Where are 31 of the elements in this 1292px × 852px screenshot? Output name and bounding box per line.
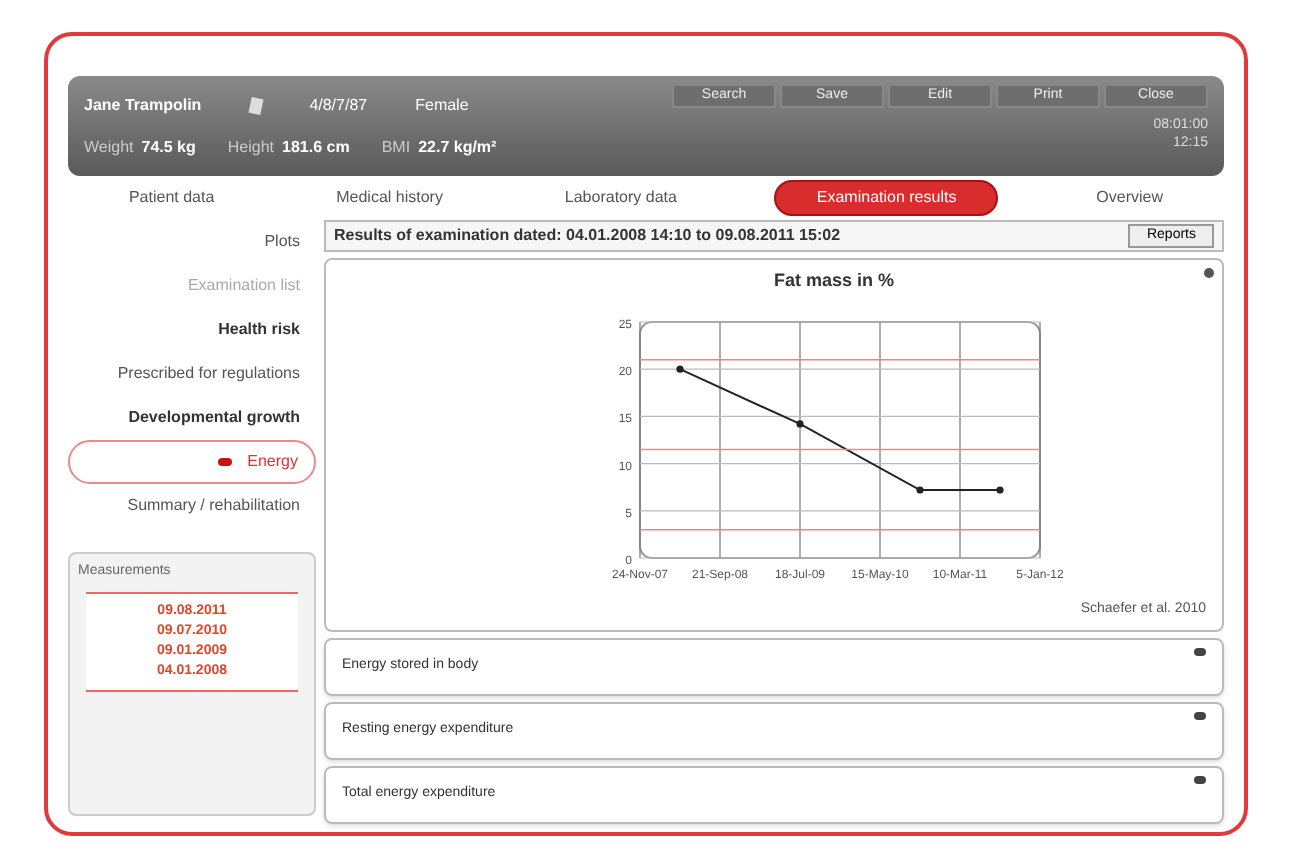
sidebar-item[interactable]: Summary / rehabilitation xyxy=(68,484,316,528)
results-title: Results of examination dated: 04.01.2008 14:10 to 09.08.2011 15:02 xyxy=(334,223,841,248)
expand-icon xyxy=(1194,711,1206,720)
patient-id: 4/8/7/87 xyxy=(309,93,368,117)
tab[interactable]: Examination results xyxy=(774,180,999,216)
point xyxy=(796,420,804,428)
tab[interactable]: Medical history xyxy=(312,182,467,214)
expand-icon xyxy=(1194,647,1206,656)
point xyxy=(916,486,924,494)
point xyxy=(676,365,684,373)
patient-name: Jane Trampolin xyxy=(84,93,202,117)
sidebar-item[interactable]: Plots xyxy=(68,220,316,264)
tab[interactable]: Overview xyxy=(1072,182,1187,214)
chart-title: Fat mass in % xyxy=(773,267,895,293)
collapse-icon[interactable] xyxy=(1204,267,1214,277)
measure-value: 181.6 cm xyxy=(282,135,350,159)
measure-value: 74.5 kg xyxy=(141,135,196,159)
measure-label: Weight xyxy=(84,135,134,159)
tab[interactable]: Laboratory data xyxy=(540,182,701,214)
sidebar-item[interactable]: Health risk xyxy=(68,308,316,352)
sidebar-item[interactable]: Energy xyxy=(68,440,316,484)
measure-label: BMI xyxy=(381,135,411,159)
sidebar-item[interactable]: Prescribed for regulations xyxy=(68,352,316,396)
point xyxy=(996,486,1004,494)
tab[interactable]: Patient data xyxy=(104,182,239,214)
measure-label: Height xyxy=(227,135,275,159)
patient-gender: Female xyxy=(415,93,469,117)
expand-icon xyxy=(1194,775,1206,784)
measure-value: 22.7 kg/m² xyxy=(418,135,497,159)
item-marker-icon xyxy=(217,458,232,466)
sidebar-item[interactable]: Developmental growth xyxy=(68,396,316,440)
